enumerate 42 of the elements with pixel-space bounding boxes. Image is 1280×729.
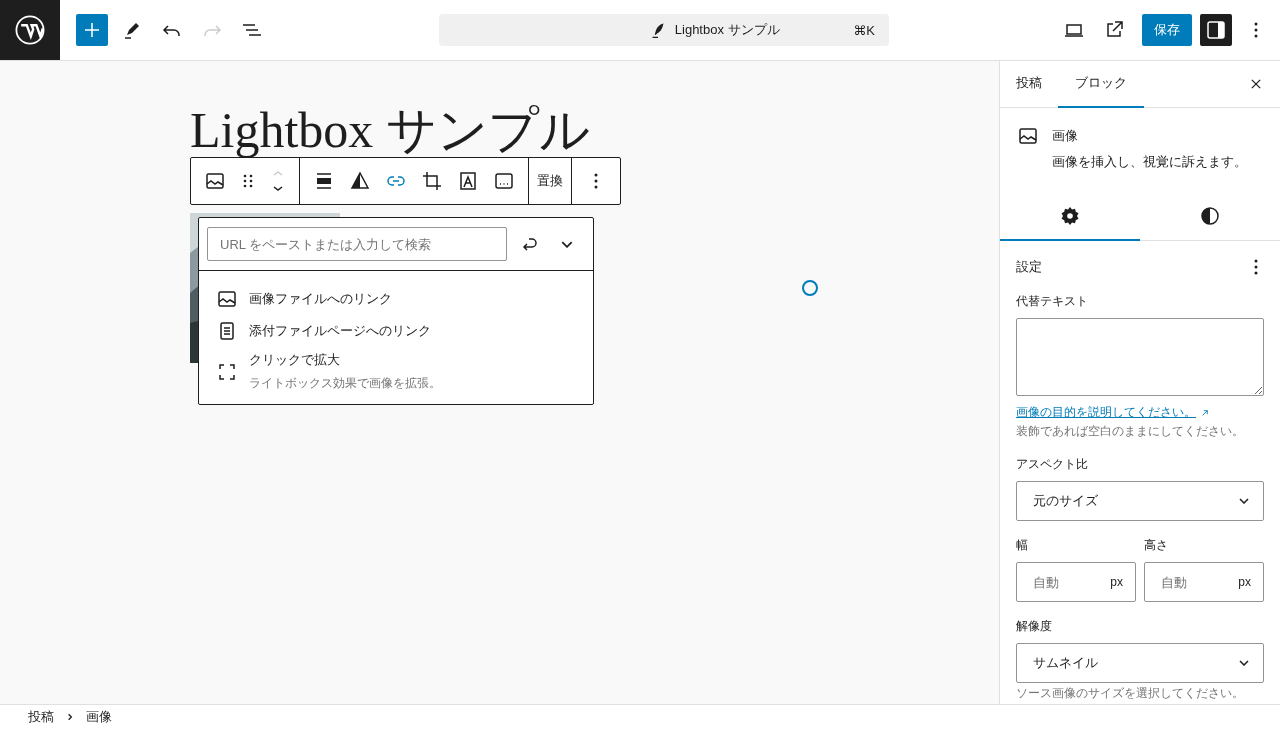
field-label: 幅: [1016, 537, 1029, 554]
url-search-field[interactable]: URL をペーストまたは入力して検索: [207, 227, 507, 261]
unit-label: px: [1110, 575, 1123, 589]
help-text: ソース画像のサイズを選択してください。: [1016, 685, 1245, 702]
save-button[interactable]: 保存: [1142, 14, 1192, 46]
breadcrumb-item[interactable]: 投稿: [26, 708, 56, 726]
chevron-down-icon: [1239, 660, 1249, 666]
half-circle-icon: [1198, 204, 1222, 228]
plus-button[interactable]: [76, 14, 108, 46]
sidebar-tab[interactable]: 投稿: [1000, 60, 1058, 108]
document-title: Lightbox サンプル: [674, 21, 780, 39]
chevron-down-icon: [561, 240, 573, 248]
field-label: アスペクト比: [1016, 456, 1089, 473]
post-title[interactable]: Lightbox サンプル: [190, 105, 590, 155]
more-icon: [1254, 259, 1258, 275]
sidebar-icon: [1204, 18, 1228, 42]
select-field[interactable]: 元のサイズ: [1016, 481, 1264, 521]
command-bar[interactable]: Lightbox サンプル ⌘K: [439, 14, 889, 46]
field-label: 代替テキスト: [1016, 293, 1089, 310]
keyboard-shortcut: ⌘K: [853, 22, 875, 38]
alt-text-field[interactable]: [1016, 318, 1264, 396]
more-icon: [594, 173, 598, 189]
replace-button[interactable]: 置換: [535, 163, 565, 199]
loading-spinner-icon: [802, 280, 818, 296]
block-title: 画像: [1052, 127, 1079, 145]
field-label: 高さ: [1144, 537, 1169, 554]
section-title: 設定: [1016, 258, 1042, 276]
sidebar-tab[interactable]: ブロック: [1058, 60, 1144, 108]
select-field[interactable]: サムネイル: [1016, 643, 1264, 683]
breadcrumb-item[interactable]: 画像: [84, 708, 114, 726]
crop-icon: [420, 169, 444, 193]
chevron-down-icon: [1239, 498, 1249, 504]
help-text: 装飾であれば空白のままにしてください。: [1016, 423, 1245, 440]
unit-label: px: [1238, 575, 1251, 589]
field-label: 解像度: [1016, 618, 1053, 635]
block-description: 画像を挿入し、視覚に訴えます。: [1052, 153, 1247, 171]
sidebar-toggle-button[interactable]: [1200, 14, 1232, 46]
link-option[interactable]: クリックで拡大 ライトボックス効果で画像を拡張。: [207, 347, 585, 396]
more-icon: [1254, 22, 1258, 38]
link-option[interactable]: 画像ファイルへのリンク: [207, 283, 585, 315]
wordpress-logo[interactable]: [0, 0, 60, 60]
link-option[interactable]: 添付ファイルページへのリンク: [207, 315, 585, 347]
